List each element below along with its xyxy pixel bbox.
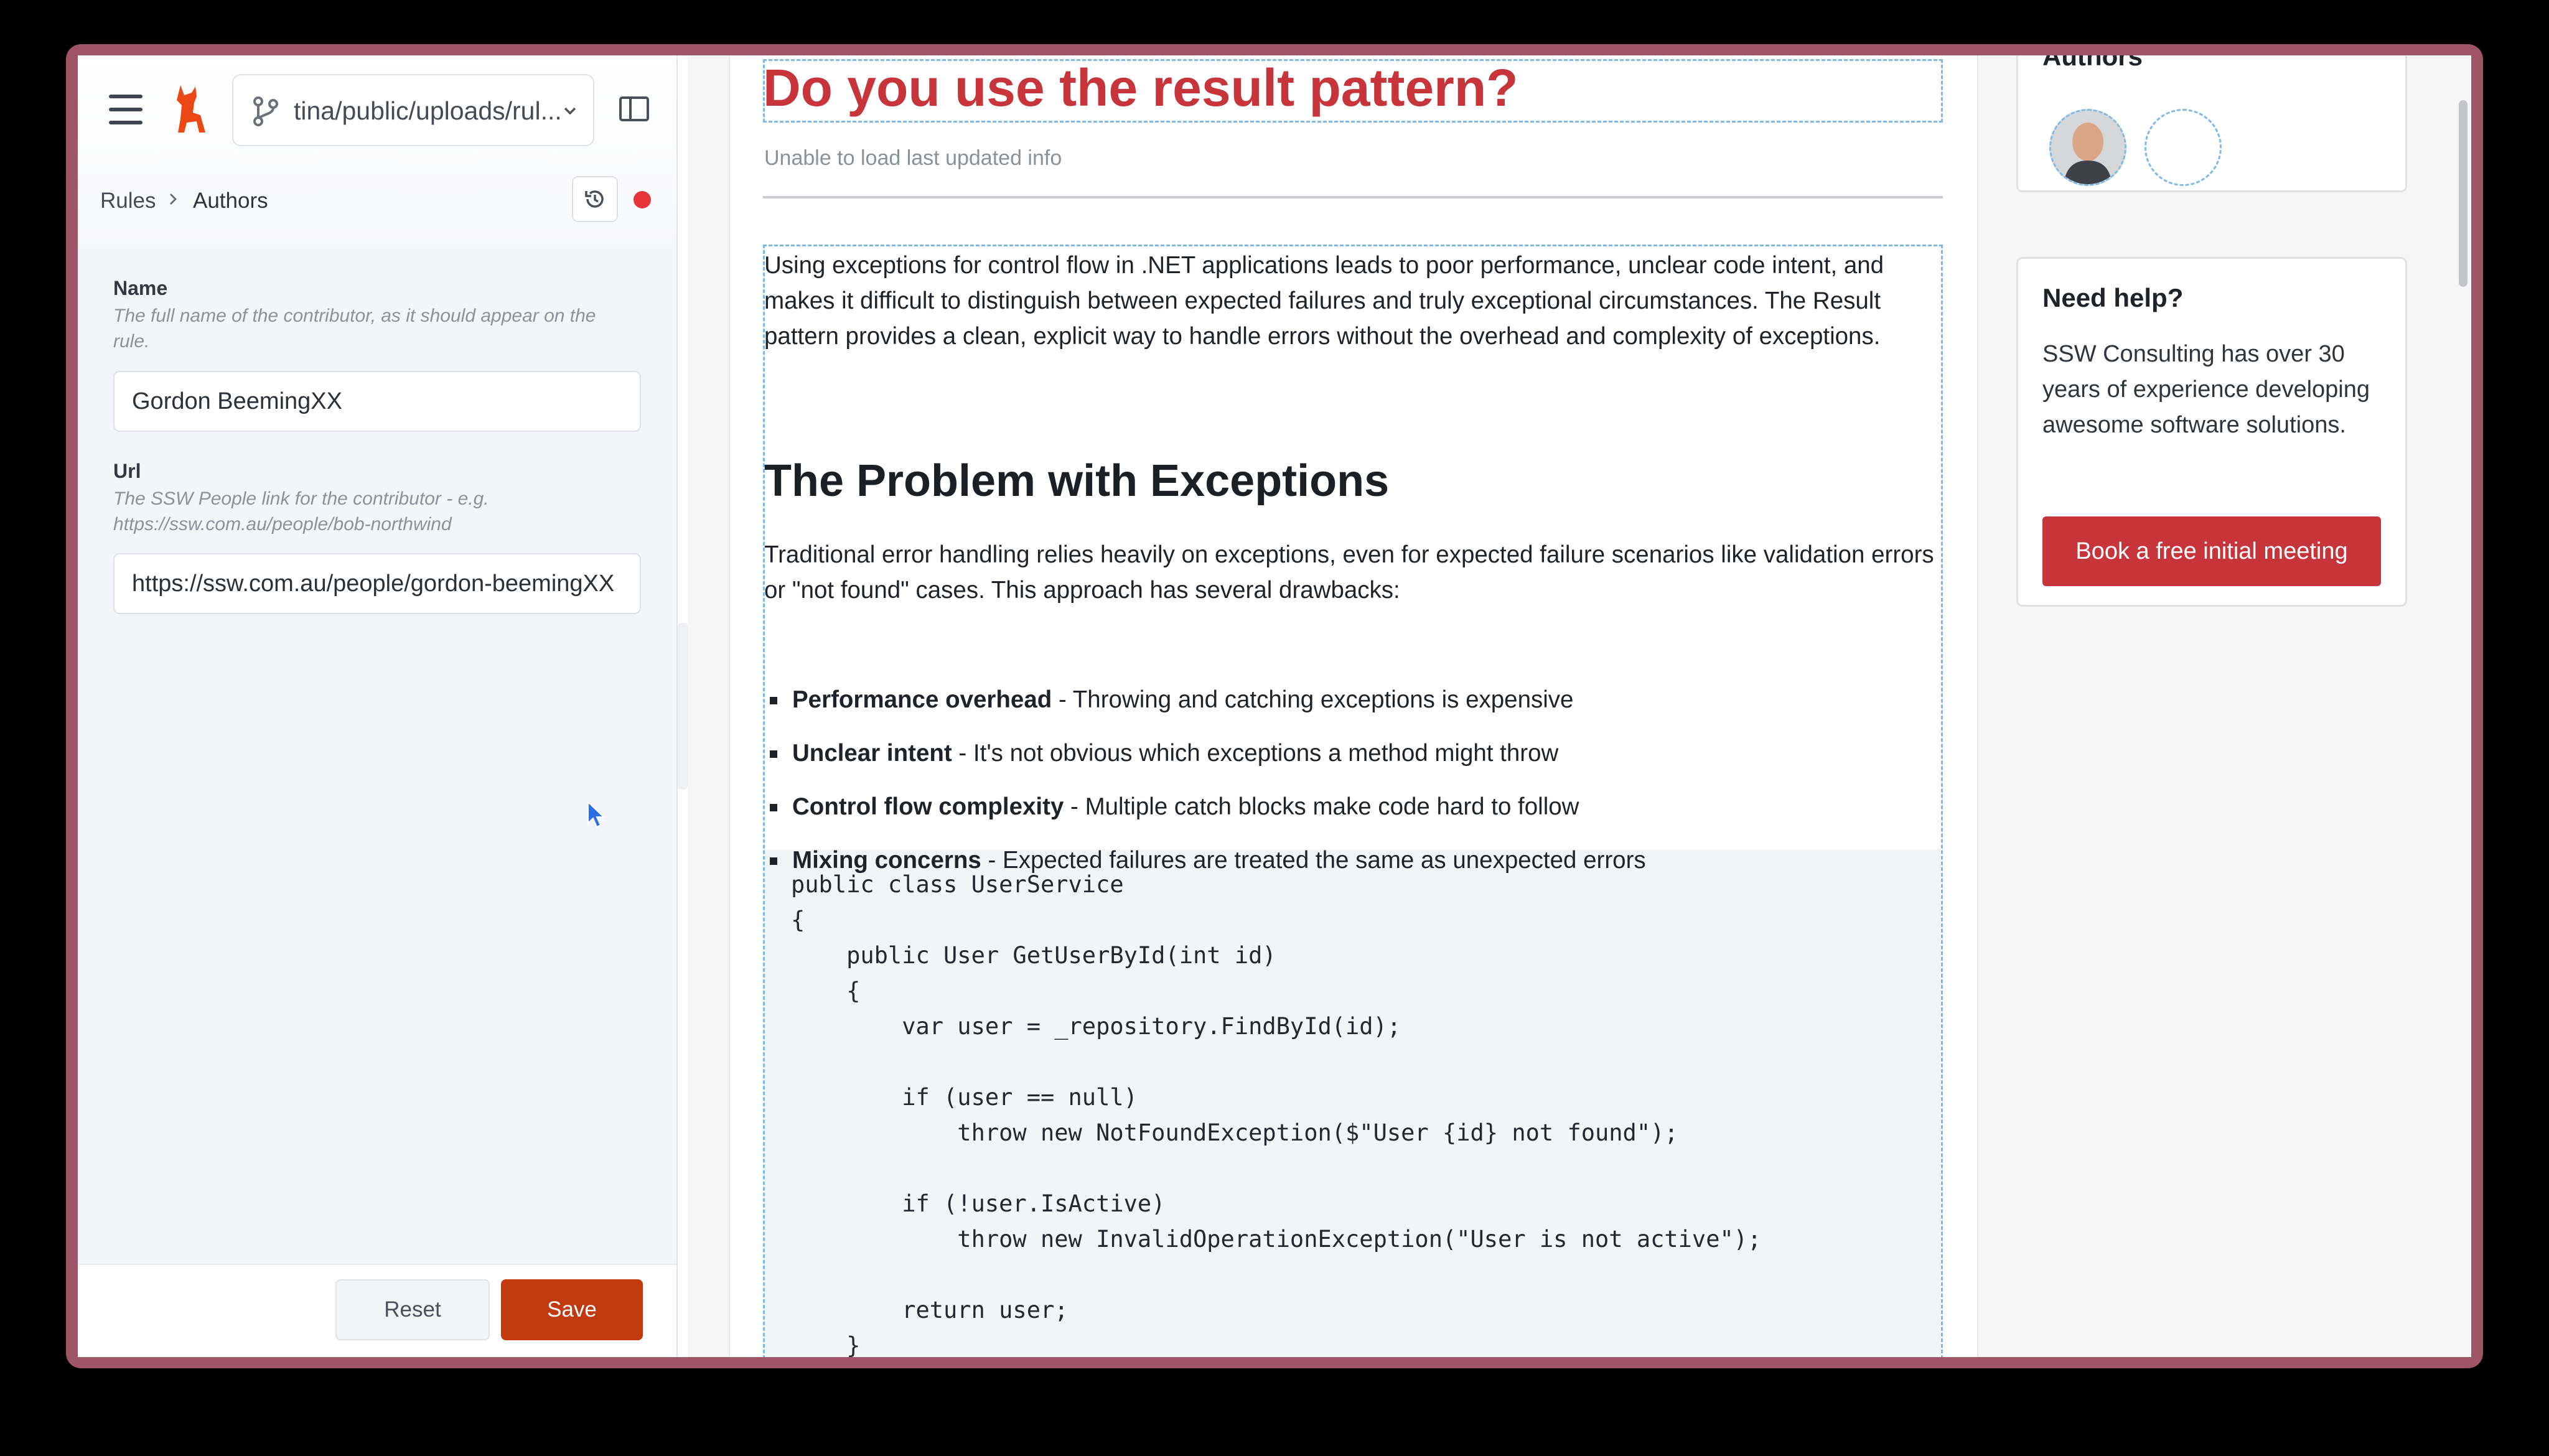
list-item-text: - It's not obvious which exceptions a me… — [952, 740, 1559, 767]
list-item-bold: Mixing concerns — [792, 847, 981, 874]
name-field-hint: The full name of the contributor, as it … — [113, 306, 596, 352]
list-item-bold: Performance overhead — [792, 686, 1052, 713]
authors-title: Authors — [2042, 55, 2143, 71]
list-item-text: - Multiple catch blocks make code hard t… — [1064, 793, 1579, 820]
list-item-bold: Control flow complexity — [792, 793, 1064, 820]
unsaved-status-dot — [634, 191, 651, 208]
app-window: tina/public/uploads/rul... Rules Authors… — [78, 55, 2471, 1357]
scrollbar[interactable] — [2459, 100, 2467, 287]
last-updated-info: Unable to load last updated info — [764, 146, 1062, 170]
url-field-hint: The SSW People link for the contributor … — [113, 488, 489, 534]
help-text: SSW Consulting has over 30 years of expe… — [2042, 341, 2370, 438]
list-item: Control flow complexity - Multiple catch… — [770, 793, 1579, 821]
breadcrumb-rules[interactable]: Rules — [100, 189, 156, 213]
author-avatar[interactable] — [2049, 109, 2126, 186]
toggle-sidebar-icon[interactable] — [619, 96, 649, 121]
person-photo-icon — [2051, 111, 2125, 184]
code-block: public class UserService { public User G… — [765, 849, 1941, 1357]
branch-selector[interactable]: tina/public/uploads/rul... — [232, 74, 594, 146]
chevron-down-icon — [564, 107, 576, 115]
url-field-label: Url — [113, 460, 141, 482]
git-branch-icon — [253, 96, 278, 126]
mouse-cursor-icon — [587, 801, 606, 828]
url-field[interactable]: https://ssw.com.au/people/gordon-beeming… — [113, 553, 641, 614]
intro-paragraph: Using exceptions for control flow in .NE… — [764, 252, 1884, 350]
help-title: Need help? — [2042, 283, 2184, 312]
history-button[interactable] — [572, 176, 618, 222]
list-item: Mixing concerns - Expected failures are … — [770, 847, 1646, 874]
list-item-text: - Throwing and catching exceptions is ex… — [1052, 686, 1574, 713]
sidebar-resize-handle[interactable] — [678, 623, 688, 790]
branch-name: tina/public/uploads/rul... — [294, 96, 562, 125]
list-item-bold: Unclear intent — [792, 740, 952, 767]
drawbacks-paragraph: Traditional error handling relies heavil… — [764, 541, 1934, 604]
history-icon — [585, 190, 604, 208]
chevron-right-icon — [169, 193, 177, 205]
list-item-text: - Expected failures are treated the same… — [981, 847, 1646, 874]
add-author-avatar[interactable] — [2144, 109, 2222, 186]
name-field[interactable]: Gordon BeemingXX — [113, 371, 641, 432]
book-meeting-button[interactable]: Book a free initial meeting — [2042, 516, 2381, 586]
section-heading: The Problem with Exceptions — [764, 456, 1390, 506]
list-item: Unclear intent - It's not obvious which … — [769, 740, 1559, 767]
sidebar — [78, 55, 678, 1357]
name-field-label: Name — [113, 277, 168, 299]
page-title: Do you use the result pattern? — [763, 58, 1518, 117]
breadcrumb-authors: Authors — [193, 189, 268, 213]
save-button[interactable]: Save — [501, 1279, 643, 1340]
divider — [763, 196, 1943, 198]
reset-button[interactable]: Reset — [335, 1279, 490, 1340]
hamburger-menu-icon[interactable] — [109, 95, 143, 124]
llama-logo-icon — [177, 85, 205, 133]
list-item: Performance overhead - Throwing and catc… — [769, 686, 1574, 714]
code-text: public class UserService { public User G… — [791, 871, 1762, 1357]
